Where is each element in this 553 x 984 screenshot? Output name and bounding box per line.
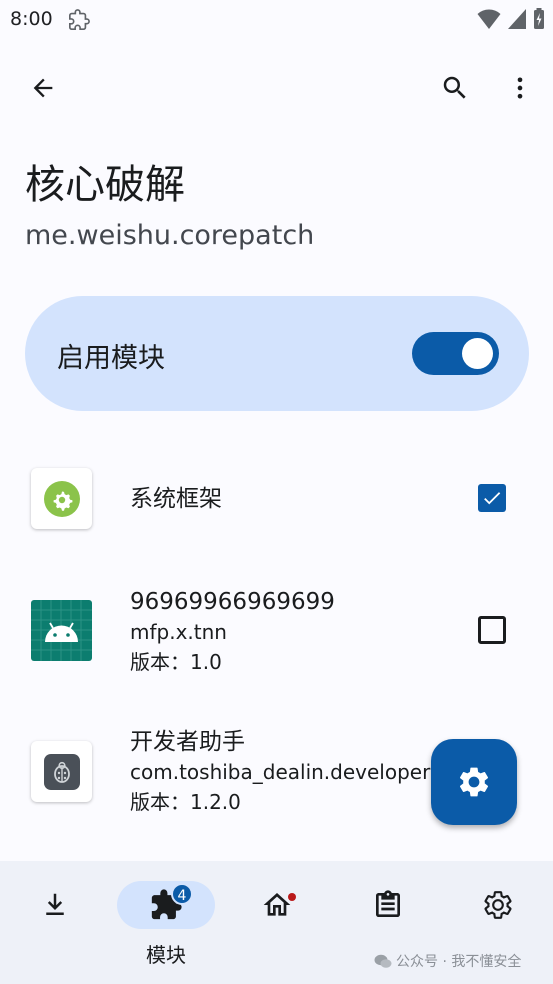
list-item-version: 版本：1.2.0: [130, 790, 241, 814]
nav-item-repository[interactable]: [6, 881, 106, 971]
module-title: 核心破解: [25, 162, 185, 208]
search-button[interactable]: [431, 64, 479, 112]
android-system-gear-icon: [43, 480, 80, 517]
android-robot-icon: [31, 600, 92, 661]
nav-item-modules[interactable]: 4 模块: [117, 881, 217, 971]
list-item[interactable]: 96969966969699 mfp.x.tnn 版本：1.0: [0, 580, 553, 710]
watermark: 公众号 · 我不懂安全: [374, 951, 521, 971]
battery-icon: [534, 8, 544, 29]
enable-module-label: 启用模块: [57, 343, 165, 374]
arrow-back-icon: [33, 78, 53, 98]
nav-pill: [449, 881, 547, 929]
scope-checkbox[interactable]: [478, 484, 506, 512]
app-icon: [31, 741, 92, 802]
search-icon: [443, 76, 466, 99]
list-item-package: mfp.x.tnn: [130, 620, 227, 644]
list-item-text: 96969966969699 mfp.x.tnn 版本：1.0: [130, 587, 335, 677]
download-icon: [46, 893, 64, 915]
nav-pill-active: [117, 881, 215, 929]
list-item-title: 开发者助手: [130, 729, 245, 755]
wechat-icon: [374, 954, 392, 968]
back-button[interactable]: [19, 64, 67, 112]
list-item-package: com.toshiba_dealin.developer: [130, 760, 431, 784]
nav-pill: [228, 881, 326, 929]
status-bar: 8:00: [0, 0, 553, 40]
cellular-signal-icon: [508, 9, 526, 29]
module-package-name: me.weishu.corepatch: [25, 220, 315, 251]
nav-pill: [339, 881, 437, 929]
nav-item-home[interactable]: [228, 881, 328, 971]
top-app-bar: [0, 56, 553, 120]
module-settings-fab[interactable]: [431, 739, 517, 825]
status-icons: [477, 8, 545, 30]
list-item[interactable]: 系统框架: [0, 440, 553, 560]
status-time: 8:00: [10, 8, 53, 30]
ladybug-icon: [43, 753, 80, 790]
module-count-badge: 4: [171, 883, 193, 905]
scope-checkbox[interactable]: [478, 616, 506, 644]
enable-module-card[interactable]: 启用模块: [25, 296, 529, 411]
more-options-button[interactable]: [496, 64, 544, 112]
enable-module-switch[interactable]: [412, 332, 499, 375]
puzzle-notification-icon: [69, 9, 90, 30]
settings-icon: [484, 891, 512, 919]
list-item-title: 96969966969699: [130, 589, 335, 615]
list-item-text: 系统框架: [130, 484, 222, 514]
switch-thumb: [462, 338, 493, 369]
app-icon: [31, 600, 92, 661]
nav-label-modules: 模块: [146, 943, 186, 967]
more-vert-icon: [517, 77, 523, 99]
list-item-text: 开发者助手 com.toshiba_dealin.developer 版本：1.…: [130, 727, 430, 817]
list-item-version: 版本：1.0: [130, 650, 222, 674]
watermark-text: 公众号 · 我不懂安全: [396, 954, 522, 970]
settings-icon: [459, 767, 489, 797]
list-item-title: 系统框架: [130, 486, 222, 512]
notification-dot: [288, 893, 296, 901]
wifi-icon: [477, 9, 501, 29]
log-icon: [376, 890, 400, 917]
nav-pill: [6, 881, 104, 929]
check-icon: [484, 492, 501, 505]
app-icon: [31, 468, 92, 529]
